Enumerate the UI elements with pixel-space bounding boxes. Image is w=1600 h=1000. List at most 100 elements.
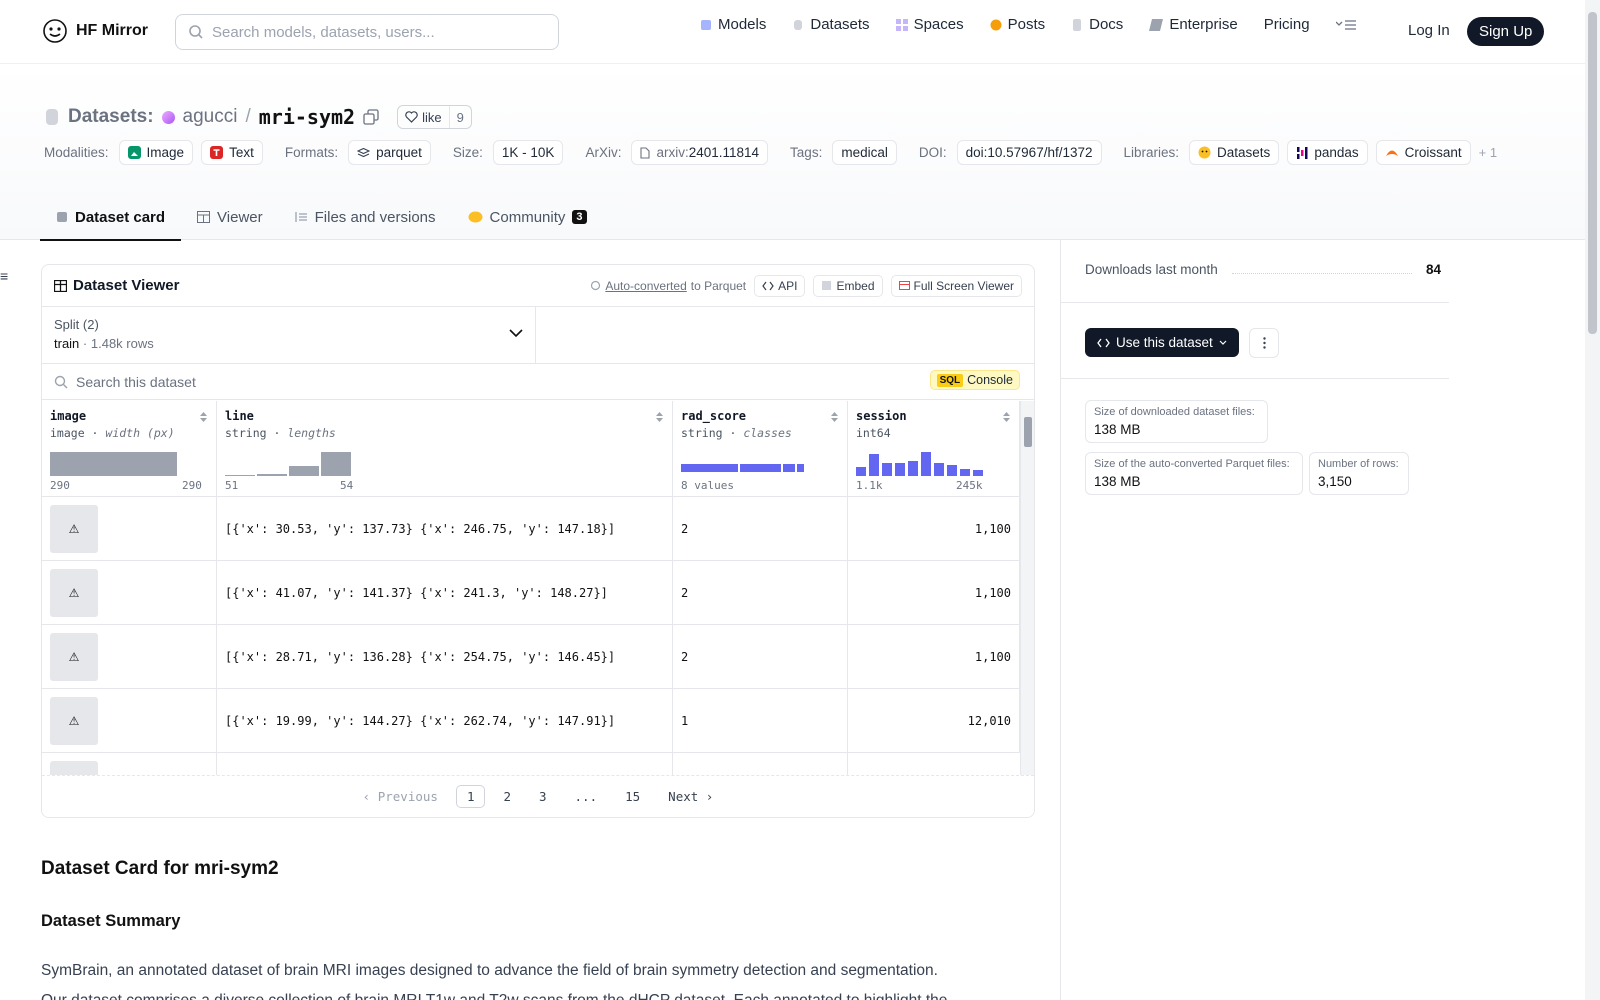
split-selector[interactable]: Split (2) train · 1.48k rows <box>42 307 536 363</box>
toc-toggle-icon[interactable]: ≡ <box>0 268 8 284</box>
column-stat-label: classes <box>743 426 792 440</box>
histogram-bar[interactable] <box>50 452 177 476</box>
class-segment[interactable] <box>797 464 804 472</box>
tab-files[interactable]: Files and versions <box>279 195 452 241</box>
sort-icon[interactable] <box>655 411 664 423</box>
histogram-bar[interactable] <box>225 475 255 476</box>
sort-icon[interactable] <box>1002 411 1011 423</box>
page-1-button[interactable]: 1 <box>455 785 486 808</box>
next-page-button[interactable]: Next › <box>658 786 723 807</box>
image-cell[interactable]: ⚠ <box>42 625 217 689</box>
use-dataset-button[interactable]: Use this dataset <box>1085 328 1239 357</box>
histogram-bar[interactable] <box>289 466 319 476</box>
column-header-line[interactable]: line string · lengths 51 54 <box>217 401 673 497</box>
library-pandas-chip[interactable]: pandas <box>1287 140 1368 165</box>
table-row[interactable]: ⚠ [{'x': 30.53, 'y': 137.73} {'x': 246.7… <box>42 497 1020 561</box>
page-3-button[interactable]: 3 <box>529 786 557 807</box>
tag-chip[interactable]: medical <box>832 140 897 165</box>
embed-button[interactable]: Embed <box>813 274 883 297</box>
global-search-input[interactable]: Search models, datasets, users... <box>175 14 559 50</box>
nav-spaces[interactable]: Spaces <box>895 16 964 33</box>
image-cell[interactable]: ⚠ <box>42 497 217 561</box>
histogram-bar[interactable] <box>908 461 918 476</box>
histogram-bar[interactable] <box>869 454 879 476</box>
histogram-bar[interactable] <box>934 463 944 476</box>
image-cell[interactable]: ⚠ <box>42 689 217 753</box>
table-row[interactable] <box>42 753 1020 777</box>
library-croissant-chip[interactable]: Croissant <box>1375 140 1471 165</box>
sql-console-label: Console <box>967 373 1013 387</box>
nav-enterprise-label: Enterprise <box>1169 16 1238 33</box>
login-link[interactable]: Log In <box>1408 22 1450 39</box>
scrollbar-thumb[interactable] <box>1024 417 1032 447</box>
like-count: 9 <box>448 106 471 128</box>
arxiv-chip[interactable]: arxiv: 2401.11814 <box>631 140 769 165</box>
library-datasets-chip[interactable]: Datasets <box>1189 140 1280 165</box>
table-row[interactable]: ⚠ [{'x': 41.07, 'y': 141.37} {'x': 241.3… <box>42 561 1020 625</box>
page-scrollbar[interactable] <box>1585 0 1600 1000</box>
api-button[interactable]: API <box>754 274 806 297</box>
copy-icon[interactable] <box>363 109 379 125</box>
grid-scrollbar[interactable] <box>1020 401 1034 777</box>
arxiv-label: ArXiv: <box>585 145 622 160</box>
page-scrollbar-thumb[interactable] <box>1588 12 1597 334</box>
nav-pricing[interactable]: Pricing <box>1264 16 1310 33</box>
table-row[interactable]: ⚠ [{'x': 28.71, 'y': 136.28} {'x': 254.7… <box>42 625 1020 689</box>
repo-name[interactable]: mri-sym2 <box>259 105 355 129</box>
sql-console-button[interactable]: SQL Console <box>929 370 1020 390</box>
image-cell[interactable] <box>42 753 217 777</box>
tab-community[interactable]: Community 3 <box>452 195 603 241</box>
sort-icon[interactable] <box>199 411 208 423</box>
format-chip[interactable]: parquet <box>348 140 431 165</box>
nav-models[interactable]: Models <box>700 16 766 33</box>
previous-page-button[interactable]: ‹ Previous <box>353 786 448 807</box>
class-segment[interactable] <box>783 464 795 472</box>
histogram-bar[interactable] <box>257 474 287 476</box>
tab-dataset-card[interactable]: Dataset card <box>40 195 182 241</box>
nav-pricing-label: Pricing <box>1263 16 1310 33</box>
modality-image-chip[interactable]: Image <box>118 140 194 165</box>
image-cell[interactable]: ⚠ <box>42 561 217 625</box>
sort-icon[interactable] <box>830 411 839 423</box>
dataset-search-input[interactable]: Search this dataset SQL Console <box>42 364 1034 400</box>
nav-enterprise[interactable]: Enterprise <box>1149 16 1238 33</box>
column-header-rad-score[interactable]: rad_score string · classes 8 values <box>673 401 848 497</box>
histogram-bar[interactable] <box>973 470 983 476</box>
signup-button[interactable]: Sign Up <box>1467 17 1545 46</box>
table-row[interactable]: ⚠ [{'x': 19.99, 'y': 144.27} {'x': 262.7… <box>42 689 1020 753</box>
histogram-bar[interactable] <box>895 463 905 476</box>
more-libraries-link[interactable]: + 1 <box>1479 145 1497 160</box>
size-chip[interactable]: 1K - 10K <box>492 140 564 165</box>
nav-datasets[interactable]: Datasets <box>792 16 870 33</box>
histogram-bar[interactable] <box>321 452 351 476</box>
histogram-bar[interactable] <box>921 452 931 476</box>
downloads-label: Downloads last month <box>1085 262 1218 277</box>
cube-icon <box>701 19 711 30</box>
class-segment[interactable] <box>681 464 738 472</box>
nav-posts[interactable]: Posts <box>990 16 1045 33</box>
download-size-stat: Size of downloaded dataset files: 138 MB <box>1085 400 1268 443</box>
column-header-session[interactable]: session int64 1.1k 245k <box>848 401 1020 497</box>
modality-text-chip[interactable]: Text <box>201 140 263 165</box>
class-segment[interactable] <box>740 464 781 472</box>
auto-converted-link[interactable]: Auto-converted to Parquet <box>590 279 746 293</box>
nav-docs[interactable]: Docs <box>1071 16 1123 33</box>
nav-more-menu[interactable] <box>1335 19 1356 31</box>
section-label[interactable]: Datasets: <box>68 106 154 128</box>
brand-link[interactable]: HF Mirror <box>42 18 148 44</box>
column-header-image[interactable]: image image · width (px) 290 290 <box>42 401 217 497</box>
like-button[interactable]: like 9 <box>397 105 472 129</box>
fullscreen-viewer-button[interactable]: Full Screen Viewer <box>890 274 1022 297</box>
page-2-button[interactable]: 2 <box>493 786 521 807</box>
hist-min-label: 290 <box>50 479 70 492</box>
org-link[interactable]: agucci <box>183 106 238 128</box>
histogram-bar[interactable] <box>882 463 892 476</box>
page-15-button[interactable]: 15 <box>615 786 650 807</box>
histogram-bar[interactable] <box>856 467 866 476</box>
more-options-button[interactable] <box>1249 328 1279 358</box>
doi-chip[interactable]: doi:10.57967/hf/1372 <box>956 140 1102 165</box>
tab-viewer[interactable]: Viewer <box>181 195 279 241</box>
nav-spaces-label: Spaces <box>913 16 964 33</box>
histogram-bar[interactable] <box>960 469 970 476</box>
histogram-bar[interactable] <box>947 465 957 476</box>
